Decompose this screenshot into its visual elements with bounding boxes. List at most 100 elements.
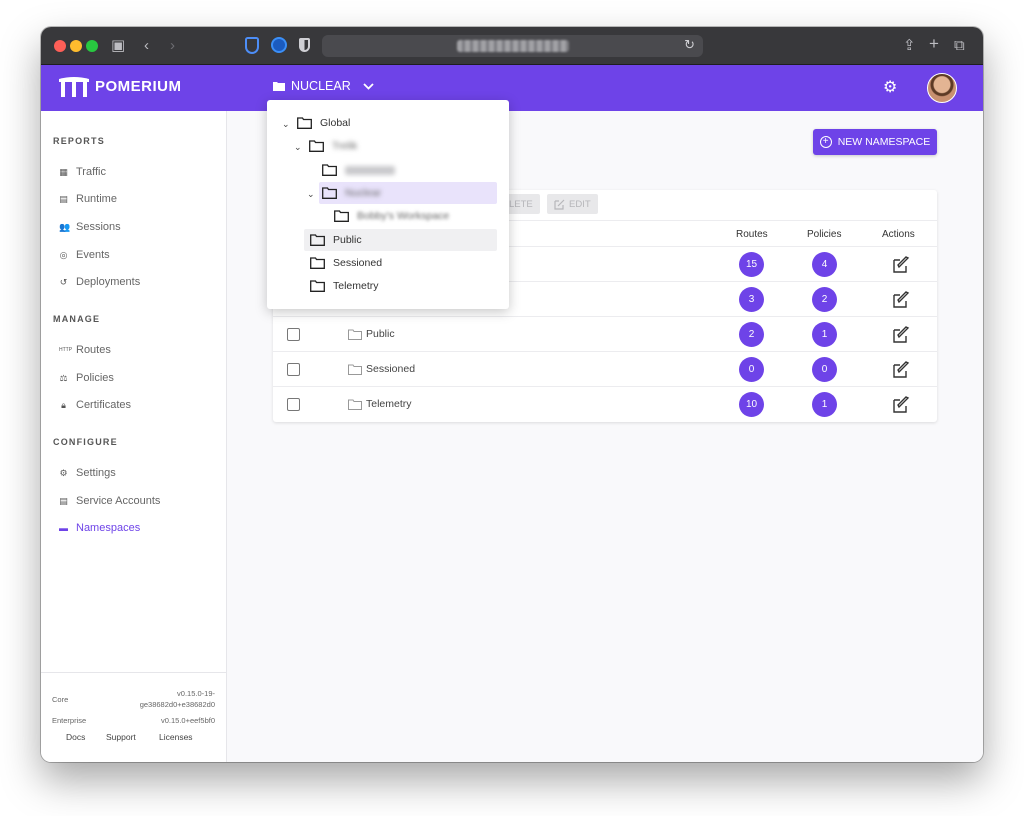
chevron-down-icon[interactable]: ⌄ [307,189,315,200]
delete-button-label: LETE [509,198,533,210]
sidebar-item-label: Certificates [76,399,132,411]
sidebar: REPORTS ▦ Traffic ▤ Runtime 👥 Sessions ◎ Eve… [41,111,227,762]
sidebar-item-label: Policies [76,372,114,384]
history-icon: ↺ [59,276,68,287]
sidebar-item-runtime[interactable]: ▤ Runtime [59,193,117,205]
core-version-value: v0.15.0-19-ge38682d0+e38682d0 [139,689,215,709]
minimize-window-button[interactable] [70,40,82,52]
forward-arrow-icon[interactable]: › [170,36,175,56]
edit-icon[interactable] [892,326,910,344]
sidebar-item-settings[interactable]: ⚙ Settings [59,467,115,479]
sidebar-toggle-icon[interactable]: ▣ [111,36,125,56]
namespace-selector[interactable]: NUCLEAR [273,79,374,93]
edit-button[interactable]: EDIT [547,194,598,214]
folder-icon [273,82,285,91]
routes-count-badge: 10 [739,392,764,417]
brand-name: POMERIUM [95,78,182,95]
sidebar-item-label: Deployments [76,276,141,288]
sidebar-item-label: Sessions [76,221,121,233]
tab-overview-icon[interactable]: ⧉ [954,36,965,56]
chevron-down-icon[interactable]: ⌄ [282,119,290,130]
sidebar-item-deployments[interactable]: ↺ Deployments [59,276,140,288]
edit-icon[interactable] [892,361,910,379]
table-row[interactable]: Public 2 1 [273,317,937,352]
core-version-label: Core [52,695,69,704]
edit-icon[interactable] [892,396,910,414]
plus-circle-icon: + [819,136,832,148]
settings-gear-icon[interactable]: ⚙ [883,77,897,97]
dropdown-item-trelik[interactable]: Trelik [309,140,357,152]
edit-icon[interactable] [892,256,910,274]
edit-icon[interactable] [892,291,910,309]
sidebar-item-certificates[interactable]: 🔒︎ Certificates [59,399,131,411]
row-checkbox[interactable] [287,398,300,411]
server-icon: ▤ [59,495,68,506]
user-avatar[interactable] [927,73,957,103]
sidebar-item-label: Service Accounts [76,495,161,507]
gavel-icon: ⚖ [59,372,68,383]
close-window-button[interactable] [54,40,66,52]
dropdown-item-label: Public [333,234,362,246]
folder-icon [310,234,325,246]
row-checkbox[interactable] [287,328,300,341]
sidebar-item-label: Runtime [76,193,117,205]
folder-icon [297,117,312,129]
routes-count-badge: 2 [739,322,764,347]
users-icon: 👥 [59,221,71,232]
table-row[interactable]: Telemetry 10 1 [273,387,937,422]
version-footer: Core v0.15.0-19-ge38682d0+e38682d0 Enter… [41,672,227,762]
password-manager-icon[interactable] [271,37,287,53]
dropdown-item-public[interactable]: Public [310,234,362,246]
back-arrow-icon[interactable]: ‹ [144,36,149,56]
new-tab-icon[interactable]: + [929,34,939,54]
row-name: Public [366,328,395,340]
folder-icon [334,210,349,222]
dropdown-item-sessioned[interactable]: Sessioned [310,257,382,269]
sidebar-item-traffic[interactable]: ▦ Traffic [59,166,106,178]
sidebar-item-routes[interactable]: HTTP Routes [59,344,111,356]
dropdown-item-child-redacted[interactable] [322,164,395,176]
chevron-down-icon [363,82,374,90]
licenses-link[interactable]: Licenses [159,732,193,742]
folder-icon [309,140,324,152]
folder-icon [310,257,325,269]
namespace-dropdown-menu: ⌄ Global ⌄ Trelik ⌄ Nuclear Bobby's Work… [267,100,509,309]
chevron-down-icon[interactable]: ⌄ [294,142,302,153]
sidebar-item-policies[interactable]: ⚖ Policies [59,372,114,384]
sidebar-item-namespaces[interactable]: ▬ Namespaces [59,522,140,534]
sidebar-item-label: Events [76,249,110,261]
policies-count-badge: 1 [812,392,837,417]
policies-count-badge: 1 [812,322,837,347]
table-row[interactable]: Sessioned 0 0 [273,352,937,387]
docs-link[interactable]: Docs [66,732,85,742]
bitwarden-extension-icon[interactable] [245,37,259,54]
zoom-window-button[interactable] [86,40,98,52]
dropdown-item-bobbys-workspace[interactable]: Bobby's Workspace [334,210,449,222]
privacy-shield-icon[interactable] [299,38,310,52]
enterprise-version-label: Enterprise [52,716,87,725]
policies-count-badge: 2 [812,287,837,312]
redacted-label [345,165,395,175]
address-bar[interactable]: ↻ [322,35,703,57]
dropdown-item-global[interactable]: Global [297,117,350,129]
row-checkbox[interactable] [287,363,300,376]
new-namespace-button-label: NEW NAMESPACE [837,136,931,148]
routes-count-badge: 15 [739,252,764,277]
section-title-manage: MANAGE [53,314,101,324]
dropdown-item-label: Nuclear [345,187,382,199]
sidebar-item-events[interactable]: ◎ Events [59,249,110,261]
sidebar-item-sessions[interactable]: 👥 Sessions [59,221,121,233]
dropdown-item-nuclear[interactable]: Nuclear [322,187,381,199]
dropdown-item-telemetry[interactable]: Telemetry [310,280,379,292]
reload-icon[interactable]: ↻ [684,37,695,53]
sidebar-item-label: Traffic [76,166,106,178]
share-icon[interactable]: ⇪ [903,36,916,56]
routes-count-badge: 0 [739,357,764,382]
policies-count-badge: 0 [812,357,837,382]
support-link[interactable]: Support [106,732,136,742]
broadcast-icon: ◎ [59,249,68,260]
column-header-routes: Routes [736,229,768,240]
chart-icon: ▦ [59,166,68,177]
new-namespace-button[interactable]: + NEW NAMESPACE [813,129,937,155]
sidebar-item-service-accounts[interactable]: ▤ Service Accounts [59,495,160,507]
